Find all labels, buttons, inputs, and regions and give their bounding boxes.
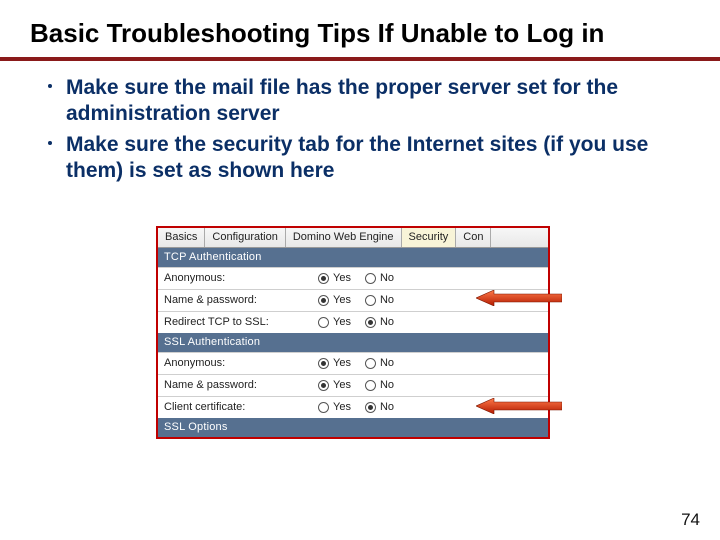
radio-icon [318,295,329,306]
option-label: Yes [333,295,351,306]
radio-no[interactable]: No [365,358,394,369]
arrow-icon [476,290,562,306]
option-label: No [380,273,394,284]
radio-icon [318,380,329,391]
row-options: Yes No [318,268,394,289]
tab-domino-web-engine[interactable]: Domino Web Engine [286,228,402,247]
bullet-item: Make sure the mail file has the proper s… [66,75,672,128]
radio-icon [365,358,376,369]
radio-no[interactable]: No [365,295,394,306]
radio-icon [318,273,329,284]
row-tcp-redirect-ssl: Redirect TCP to SSL: Yes No [158,311,548,333]
radio-yes[interactable]: Yes [318,317,351,328]
radio-yes[interactable]: Yes [318,380,351,391]
row-options: Yes No [318,353,394,374]
row-label: Anonymous: [158,353,318,374]
row-label: Redirect TCP to SSL: [158,312,318,333]
row-options: Yes No [318,397,394,418]
bullet-dot-icon [48,141,52,145]
bullet-text: Make sure the mail file has the proper s… [66,76,618,125]
section-header-ssl-auth: SSL Authentication [158,333,548,352]
option-label: No [380,380,394,391]
tab-basics[interactable]: Basics [158,228,205,247]
bullet-dot-icon [48,84,52,88]
radio-icon [365,273,376,284]
radio-yes[interactable]: Yes [318,273,351,284]
radio-icon [318,358,329,369]
row-options: Yes No [318,312,394,333]
radio-icon [365,402,376,413]
radio-no[interactable]: No [365,273,394,284]
tab-bar: Basics Configuration Domino Web Engine S… [158,228,548,248]
radio-yes[interactable]: Yes [318,295,351,306]
option-label: Yes [333,273,351,284]
option-label: No [380,402,394,413]
bullet-text: Make sure the security tab for the Inter… [66,133,648,182]
radio-no[interactable]: No [365,317,394,328]
radio-no[interactable]: No [365,380,394,391]
option-label: Yes [333,380,351,391]
page-number: 74 [681,510,700,530]
tab-con[interactable]: Con [456,228,491,247]
bullet-item: Make sure the security tab for the Inter… [66,132,672,185]
row-ssl-anonymous: Anonymous: Yes No [158,352,548,374]
row-label: Anonymous: [158,268,318,289]
radio-icon [365,295,376,306]
radio-icon [318,317,329,328]
radio-no[interactable]: No [365,402,394,413]
row-options: Yes No [318,375,394,396]
row-tcp-anonymous: Anonymous: Yes No [158,267,548,289]
option-label: Yes [333,402,351,413]
row-options: Yes No [318,290,394,311]
row-label: Client certificate: [158,397,318,418]
row-ssl-name-password: Name & password: Yes No [158,374,548,396]
section-header-tcp-auth: TCP Authentication [158,248,548,267]
row-label: Name & password: [158,375,318,396]
radio-icon [365,317,376,328]
radio-yes[interactable]: Yes [318,358,351,369]
bullet-list: Make sure the mail file has the proper s… [0,61,720,184]
tab-configuration[interactable]: Configuration [205,228,285,247]
radio-icon [365,380,376,391]
arrow-icon [476,398,562,414]
radio-icon [318,402,329,413]
option-label: No [380,358,394,369]
option-label: No [380,295,394,306]
option-label: Yes [333,317,351,328]
slide-title: Basic Troubleshooting Tips If Unable to … [0,0,720,57]
tab-security[interactable]: Security [402,228,457,247]
row-label: Name & password: [158,290,318,311]
radio-yes[interactable]: Yes [318,402,351,413]
option-label: Yes [333,358,351,369]
option-label: No [380,317,394,328]
section-header-ssl-options: SSL Options [158,418,548,437]
